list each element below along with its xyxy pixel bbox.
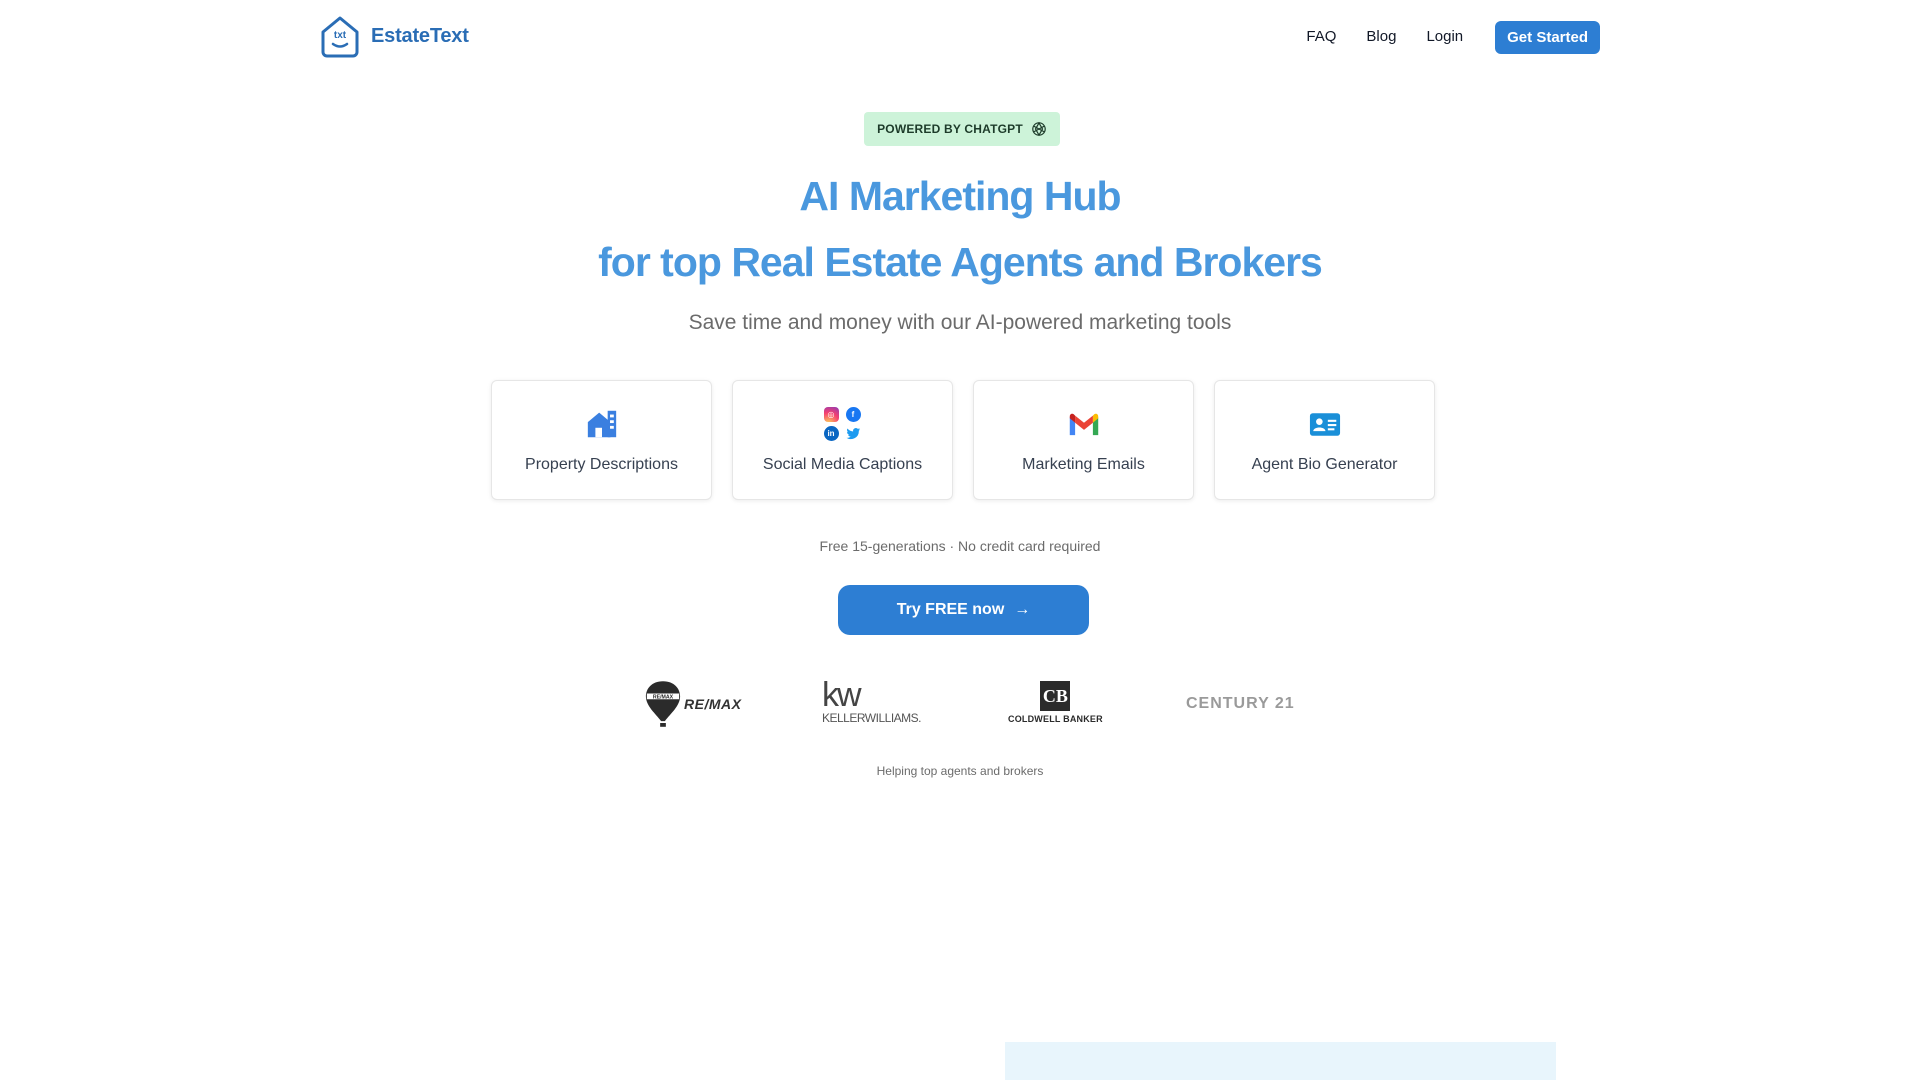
feature-label: Social Media Captions [762,456,923,473]
cb-mark: CB [1040,681,1071,711]
helping-caption: Helping top agents and brokers [876,764,1044,778]
cb-name: COLDWELL BANKER [1008,714,1103,724]
nav-faq-link[interactable]: FAQ [1306,20,1336,54]
hero-title-line2: for top Real Estate Agents and Brokers [598,239,1323,285]
feature-card-marketing-emails[interactable]: Marketing Emails [973,380,1194,500]
brand-logos: RE/MAX RE/MAX kw KELLERWILLIAMS. CB COLD… [0,675,1920,731]
feature-card-agent-bio-generator[interactable]: Agent Bio Generator [1214,380,1435,500]
feature-label: Property Descriptions [525,456,678,473]
facebook-icon: f [845,407,861,422]
nav-blog-link[interactable]: Blog [1366,20,1396,54]
feature-card-property-descriptions[interactable]: Property Descriptions [491,380,712,500]
openai-icon [1032,121,1046,137]
logo-text: EstateText [371,24,469,47]
logo-link[interactable]: txt EstateText [319,14,469,58]
try-free-button[interactable]: Try FREE now → [838,585,1089,635]
preview-panel [1005,1042,1556,1080]
svg-text:RE/MAX: RE/MAX [653,694,674,700]
powered-by-badge: POWERED BY CHATGPT [864,112,1060,146]
badge-text: POWERED BY CHATGPT [877,122,1023,136]
kw-name: KELLERWILLIAMS. [822,711,922,725]
hero-subtitle: Save time and money with our AI-powered … [688,311,1232,334]
try-free-label: Try FREE now [896,601,1005,618]
remax-logo: RE/MAX RE/MAX [644,679,741,729]
social-icons: ◎ f in [823,406,861,442]
feature-label: Agent Bio Generator [1251,456,1398,473]
remax-text: RE/MAX [684,696,742,712]
linkedin-icon: in [823,426,839,441]
feature-cards: Property Descriptions ◎ f in Social Medi… [491,380,1435,500]
free-note: Free 15-generations · No credit card req… [819,538,1101,554]
nav-login-link[interactable]: Login [1426,20,1463,54]
coldwell-banker-logo: CB COLDWELL BANKER [1008,681,1103,724]
instagram-icon: ◎ [823,407,839,422]
balloon-icon: RE/MAX [645,681,681,727]
hero-title-line1: AI Marketing Hub [799,173,1121,219]
id-card-icon [1307,406,1343,442]
kw-mark: kw [822,676,862,714]
get-started-button[interactable]: Get Started [1495,20,1600,54]
top-nav: txt EstateText FAQ Blog Login Get Starte… [0,0,1920,72]
arrow-right-icon: → [1014,601,1031,618]
house-logo-icon: txt [321,16,359,58]
twitter-icon [846,426,861,441]
feature-label: Marketing Emails [1022,456,1145,473]
house-icon [584,406,620,442]
gmail-icon [1066,406,1102,442]
nav-links: FAQ Blog Login Get Started [1306,20,1600,54]
feature-card-social-media-captions[interactable]: ◎ f in Social Media Captions [732,380,953,500]
svg-text:txt: txt [334,30,347,41]
century-21-logo: CENTURY 21 [1186,695,1295,712]
keller-williams-logo: kw KELLERWILLIAMS. [822,676,922,725]
